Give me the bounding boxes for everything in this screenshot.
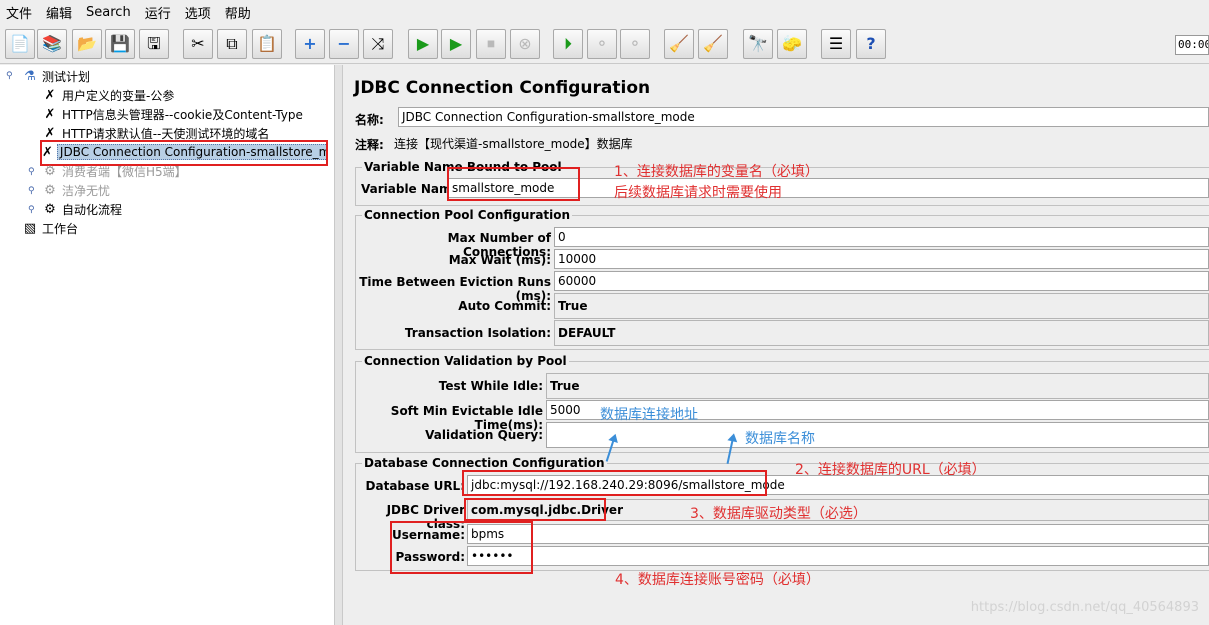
tree-node-workbench[interactable]: ▧ 工作台 [22, 219, 78, 237]
remote-start-icon[interactable]: ⏵ [553, 29, 583, 59]
cut-icon[interactable]: ✂ [183, 29, 213, 59]
test-idle-select[interactable]: True [546, 373, 1209, 399]
group-title: Database Connection Configuration [362, 456, 607, 470]
annotation-url-required: 2、连接数据库的URL（必填） [795, 462, 986, 478]
annotation-driver-required: 3、数据库驱动类型（必选） [690, 506, 867, 522]
open-icon[interactable]: 📂 [72, 29, 102, 59]
watermark-text: https://blog.csdn.net/qq_40564893 [970, 600, 1199, 615]
expand-icon[interactable]: + [295, 29, 325, 59]
tree-node-thread-group-auto[interactable]: ⚙ 自动化流程 [42, 200, 122, 218]
comment-label: 注释: [355, 138, 384, 152]
gear-icon: ⚙ [44, 182, 56, 198]
annotation-credentials-required: 4、数据库连接账号密码（必填） [615, 572, 820, 588]
menu-bar: 文件 编辑 Search 运行 选项 帮助 [0, 0, 1209, 24]
copy-icon[interactable]: ⧉ [217, 29, 247, 59]
expand-toggle-icon[interactable]: ⚲ [6, 71, 13, 81]
toggle-icon[interactable]: ⤨ [363, 29, 393, 59]
page-title: JDBC Connection Configuration [354, 78, 651, 98]
menu-edit[interactable]: 编辑 [46, 3, 72, 22]
annotation-variable-required: 1、连接数据库的变量名（必填） [614, 164, 819, 180]
highlight-box-credentials [390, 521, 533, 574]
auto-commit-label: Auto Commit: [458, 299, 551, 313]
username-input[interactable]: bpms [467, 524, 1209, 544]
max-wait-label: Max Wait (ms): [448, 253, 551, 267]
validation-query-input[interactable] [546, 422, 1209, 448]
menu-options[interactable]: 选项 [185, 3, 211, 22]
tree-node-test-plan[interactable]: ⚗ 测试计划 [22, 67, 90, 85]
expand-toggle-icon[interactable]: ⚲ [28, 167, 35, 177]
stop-icon[interactable]: ⏹ [476, 29, 506, 59]
tree-node-thread-group-h5[interactable]: ⚙ 消费者端【微信H5端】 [42, 162, 187, 180]
function-helper-icon[interactable]: ☰ [821, 29, 851, 59]
new-icon[interactable]: 📄 [5, 29, 35, 59]
annotation-db-address: 数据库连接地址 [600, 407, 698, 423]
database-url-label: Database URL: [365, 479, 465, 493]
highlight-box-driver [464, 498, 606, 521]
templates-icon[interactable]: 📚 [37, 29, 67, 59]
expand-toggle-icon[interactable]: ⚲ [28, 186, 35, 196]
clear-all-icon[interactable]: 🧹 [698, 29, 728, 59]
highlight-box-url [462, 470, 767, 496]
isolation-select[interactable]: DEFAULT [554, 320, 1209, 346]
clear-icon[interactable]: 🧹 [664, 29, 694, 59]
test-plan-icon: ⚗ [24, 68, 36, 84]
test-idle-label: Test While Idle: [438, 379, 543, 393]
menu-file[interactable]: 文件 [6, 3, 32, 22]
remote-shutdown-icon[interactable]: ⚬ [620, 29, 650, 59]
isolation-label: Transaction Isolation: [404, 326, 551, 340]
test-plan-tree: ⚲ ⚗ 测试计划 ✗ 用户定义的变量-公参 ✗ HTTP信息头管理器--cook… [0, 65, 335, 625]
shutdown-icon[interactable]: ⊗ [510, 29, 540, 59]
expand-toggle-icon[interactable]: ⚲ [28, 205, 35, 215]
collapse-icon[interactable]: − [329, 29, 359, 59]
annotation-db-name: 数据库名称 [745, 431, 815, 447]
group-title: Connection Validation by Pool [362, 354, 569, 368]
highlight-box-variable [447, 167, 580, 201]
help-icon[interactable]: ? [856, 29, 886, 59]
comment-input[interactable]: 连接【现代渠道-smallstore_mode】数据库 [390, 132, 1209, 152]
max-connections-input[interactable]: 0 [554, 227, 1209, 247]
start-no-pause-icon[interactable]: ▶ [441, 29, 471, 59]
gear-icon: ⚙ [44, 201, 56, 217]
config-element-icon: ✗ [44, 87, 56, 103]
menu-run[interactable]: 运行 [145, 3, 171, 22]
tree-node-user-variables[interactable]: ✗ 用户定义的变量-公参 [42, 86, 175, 104]
menu-search[interactable]: Search [86, 5, 131, 20]
name-input[interactable]: JDBC Connection Configuration-smallstore… [398, 107, 1209, 127]
group-title: Connection Pool Configuration [362, 208, 573, 222]
save-icon[interactable]: 💾 [105, 29, 135, 59]
reset-search-icon[interactable]: 🧽 [777, 29, 807, 59]
workbench-icon: ▧ [23, 220, 37, 236]
menu-help[interactable]: 帮助 [225, 3, 251, 22]
start-icon[interactable]: ▶ [408, 29, 438, 59]
tree-node-thread-group-clean[interactable]: ⚙ 洁净无忧 [42, 181, 110, 199]
eviction-input[interactable]: 60000 [554, 271, 1209, 291]
tree-node-header-manager[interactable]: ✗ HTTP信息头管理器--cookie及Content-Type [42, 105, 303, 123]
elapsed-timer: 00:00 [1175, 35, 1209, 55]
config-element-icon: ✗ [44, 125, 56, 141]
search-icon[interactable]: 🔭 [743, 29, 773, 59]
password-input[interactable]: •••••• [467, 546, 1209, 566]
paste-icon[interactable]: 📋 [252, 29, 282, 59]
gear-icon: ⚙ [44, 163, 56, 179]
split-pane-divider[interactable] [335, 65, 343, 625]
toolbar: 📄 📚 📂 💾 🖫 ✂ ⧉ 📋 + − ⤨ ▶ ▶ ⏹ ⊗ ⏵ ⚬ ⚬ 🧹 🧹 … [0, 24, 1209, 64]
jdbc-config-panel: JDBC Connection Configuration 名称: JDBC C… [344, 65, 1209, 625]
auto-commit-select[interactable]: True [554, 293, 1209, 319]
config-element-icon: ✗ [44, 106, 56, 122]
max-wait-input[interactable]: 10000 [554, 249, 1209, 269]
name-label: 名称: [355, 113, 384, 127]
remote-stop-icon[interactable]: ⚬ [587, 29, 617, 59]
validation-query-label: Validation Query: [425, 428, 543, 442]
save-as-icon[interactable]: 🖫 [139, 29, 169, 59]
annotation-variable-usage: 后续数据库请求时需要使用 [614, 185, 782, 201]
